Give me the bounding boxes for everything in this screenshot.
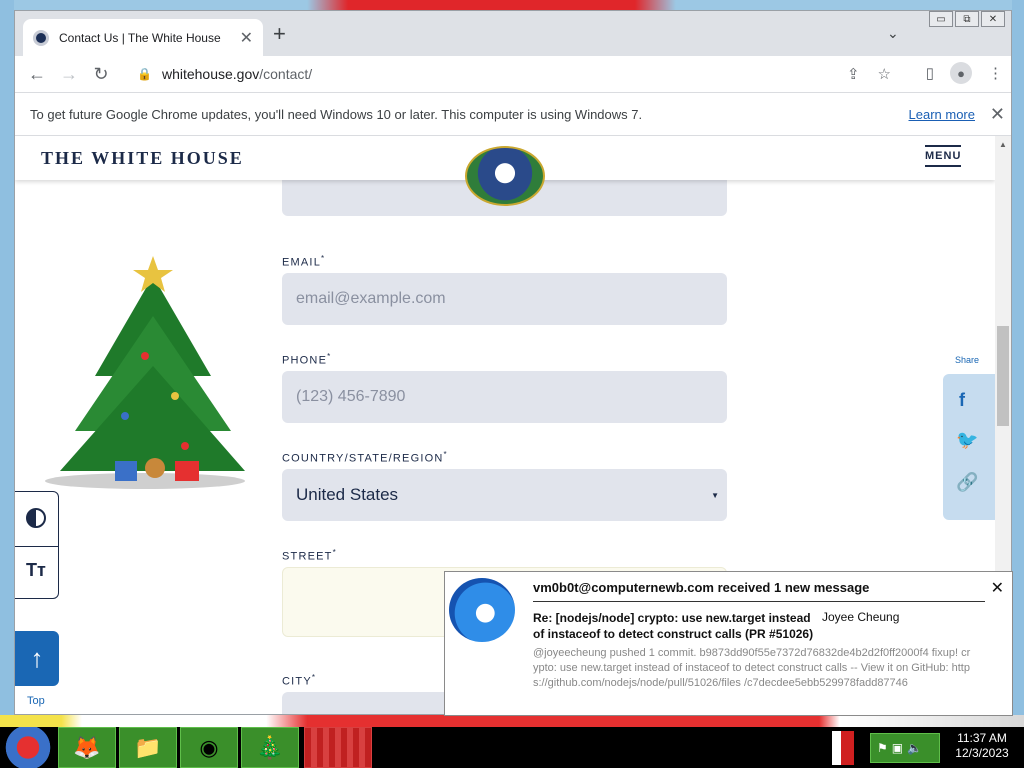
learn-more-link[interactable]: Learn more: [909, 107, 975, 122]
infobar-close-icon[interactable]: ✕: [990, 104, 1005, 125]
volume-icon[interactable]: 🔈: [907, 741, 922, 755]
infobar-message: To get future Google Chrome updates, you…: [30, 106, 643, 122]
system-tray[interactable]: ⚑ ▣ 🔈: [870, 733, 940, 763]
clock-date: 12/3/2023: [955, 746, 1009, 760]
desktop-background-bottom: [0, 715, 1024, 727]
network-icon[interactable]: ▣: [892, 741, 903, 755]
desktop-background-right: [1012, 0, 1024, 727]
thunderbird-notification[interactable]: vm0b0t@computernewb.com received 1 new m…: [444, 571, 1013, 716]
action-center-flag-icon[interactable]: ⚑: [877, 741, 888, 755]
thunderbird-logo-icon: [449, 578, 515, 642]
white-house-seal-icon[interactable]: [465, 146, 545, 206]
side-panel-icon[interactable]: ▯: [926, 64, 934, 82]
chrome-taskbar-icon[interactable]: ◉: [180, 727, 238, 768]
christmas-tree-taskbar-icon[interactable]: 🎄: [241, 727, 299, 768]
firefox-taskbar-icon[interactable]: 🦊: [58, 727, 116, 768]
site-title[interactable]: THE WHITE HOUSE: [41, 148, 244, 169]
bookmark-star-icon[interactable]: ☆: [878, 65, 891, 83]
tray-flag-icon[interactable]: [832, 731, 854, 765]
forward-arrow-icon[interactable]: →: [53, 64, 85, 85]
profile-avatar-icon[interactable]: ●: [950, 62, 972, 84]
url-text[interactable]: whitehouse.gov/contact/: [162, 66, 312, 82]
share-panel: f 🐦 🔗: [943, 374, 995, 520]
share-label: Share: [955, 355, 980, 365]
more-menu-icon[interactable]: ⋮: [988, 64, 1003, 82]
notification-divider: [533, 601, 985, 602]
back-arrow-icon[interactable]: ←: [21, 64, 53, 85]
notification-subject[interactable]: Re: [nodejs/node] crypto: use new.target…: [533, 610, 823, 642]
copy-link-icon[interactable]: 🔗: [956, 472, 978, 493]
lock-icon[interactable]: 🔒: [137, 67, 152, 81]
divider: [15, 546, 59, 547]
update-infobar: To get future Google Chrome updates, you…: [15, 92, 1011, 136]
city-label: CITY*: [282, 673, 317, 688]
email-label: EMAIL*: [282, 254, 326, 269]
christmas-tree-icon: [45, 256, 245, 489]
minimize-button[interactable]: ▭: [929, 11, 953, 27]
desktop-background-left: [0, 0, 14, 727]
phone-label: PHONE*: [282, 352, 332, 367]
taskbar-clock[interactable]: 11:37 AM 12/3/2023: [946, 731, 1018, 761]
taskbar-window-icon[interactable]: [304, 727, 372, 768]
menu-button[interactable]: MENU: [925, 145, 962, 167]
notification-sender: Joyee Cheung: [822, 610, 900, 624]
reload-icon[interactable]: ↻: [85, 64, 117, 85]
tab-contact-us[interactable]: Contact Us | The White House ✕: [23, 19, 263, 56]
browser-toolbar: ← → ↻ 🔒 whitehouse.gov/contact/ ⇪ ☆ ▯ ● …: [15, 56, 1011, 92]
text-size-icon[interactable]: Tт: [26, 560, 46, 581]
country-select[interactable]: United States ▼: [282, 469, 727, 521]
notification-body: @joyeecheung pushed 1 commit. b9873dd90f…: [533, 647, 971, 689]
restore-button[interactable]: ⧉: [955, 11, 979, 27]
top-label[interactable]: Top: [27, 695, 45, 707]
tab-title: Contact Us | The White House: [59, 30, 221, 45]
tab-search-chevron-icon[interactable]: ⌄: [887, 25, 899, 42]
tab-strip: Contact Us | The White House ✕ + ⌄ ▭ ⧉ ✕: [15, 11, 1011, 56]
email-field[interactable]: [282, 273, 727, 325]
country-label: COUNTRY/STATE/REGION*: [282, 450, 448, 465]
notification-header: vm0b0t@computernewb.com received 1 new m…: [533, 580, 870, 595]
scroll-up-arrow-icon[interactable]: ▲: [999, 140, 1007, 149]
notification-close-icon[interactable]: ✕: [991, 578, 1004, 598]
country-value: United States: [296, 485, 399, 504]
select-caret-icon: ▼: [711, 490, 719, 500]
close-window-button[interactable]: ✕: [981, 11, 1005, 27]
tab-close-icon[interactable]: ✕: [240, 28, 253, 48]
clock-time: 11:37 AM: [957, 731, 1007, 745]
file-explorer-taskbar-icon[interactable]: 📁: [119, 727, 177, 768]
share-page-icon[interactable]: ⇪: [847, 65, 860, 83]
back-to-top-button[interactable]: ↑: [15, 631, 59, 686]
windows-taskbar: 🦊 📁 ◉ 🎄 ⚑ ▣ 🔈 11:37 AM 12/3/2023: [0, 727, 1024, 768]
start-button-icon[interactable]: [4, 727, 52, 768]
new-tab-button[interactable]: +: [273, 23, 286, 45]
facebook-icon[interactable]: f: [959, 390, 965, 411]
white-house-favicon-icon: [33, 29, 49, 46]
contrast-toggle-icon[interactable]: [26, 508, 46, 528]
scrollbar-thumb[interactable]: [997, 326, 1009, 426]
accessibility-toolbar: Tт: [15, 491, 59, 599]
street-label: STREET*: [282, 548, 337, 563]
window-controls: ▭ ⧉ ✕: [929, 11, 1005, 27]
phone-field[interactable]: [282, 371, 727, 423]
twitter-icon[interactable]: 🐦: [956, 430, 978, 451]
address-bar[interactable]: 🔒 whitehouse.gov/contact/ ⇪ ☆: [125, 60, 891, 88]
